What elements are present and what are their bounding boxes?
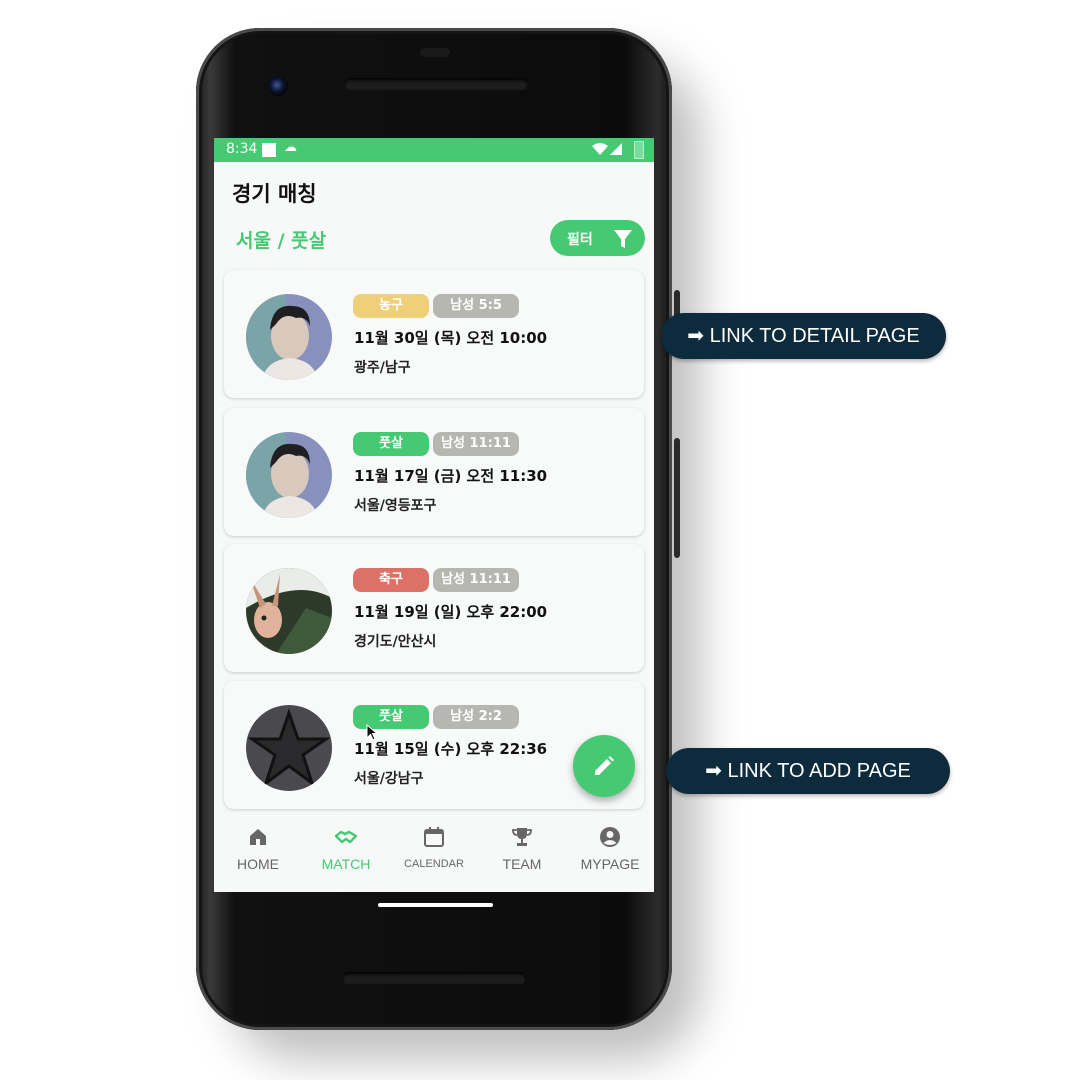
filter-icon xyxy=(614,230,632,248)
handshake-icon xyxy=(334,830,358,844)
rabbit-avatar xyxy=(246,568,332,654)
add-page-callout: ➡ LINK TO ADD PAGE xyxy=(666,748,950,794)
top-mic xyxy=(420,48,450,57)
trophy-icon xyxy=(512,828,532,846)
sport-badge: 풋살 xyxy=(353,705,429,729)
filter-label: 필터 xyxy=(567,232,593,248)
sport-badge: 풋살 xyxy=(353,432,429,456)
status-time: 8:34 xyxy=(226,141,258,157)
nav-home[interactable]: HOME xyxy=(214,826,302,872)
gender-badge: 남성 11:11 xyxy=(433,432,519,456)
match-place: 경기도/안산시 xyxy=(354,634,437,650)
app-screen: 8:34 ☁ 경기 매칭 서울 / 풋살 필터 농구 남성 5:5 11월 30… xyxy=(214,138,654,892)
person-avatar xyxy=(246,432,332,518)
page-title: 경기 매칭 xyxy=(232,182,317,206)
status-bar: 8:34 ☁ xyxy=(214,138,654,162)
bottom-speaker xyxy=(342,972,526,984)
home-indicator xyxy=(378,903,493,907)
nav-mypage[interactable]: MYPAGE xyxy=(566,826,654,872)
bottom-nav: HOME MATCH CALENDAR TEAM MYPAGE xyxy=(214,814,654,892)
match-place: 서울/강남구 xyxy=(354,771,424,787)
nav-calendar-label: CALENDAR xyxy=(404,858,464,870)
nav-calendar[interactable]: CALENDAR xyxy=(390,826,478,870)
nav-team[interactable]: TEAM xyxy=(478,826,566,872)
match-datetime: 11월 15일 (수) 오후 22:36 xyxy=(354,740,548,758)
cloud-icon: ☁ xyxy=(284,140,297,155)
star-avatar xyxy=(246,705,332,791)
top-speaker xyxy=(344,78,528,90)
front-camera xyxy=(268,76,288,96)
nav-match[interactable]: MATCH xyxy=(302,826,390,872)
notification-icon xyxy=(262,143,276,157)
nav-match-label: MATCH xyxy=(321,856,371,872)
gender-badge: 남성 2:2 xyxy=(433,705,519,729)
match-card[interactable]: 농구 남성 5:5 11월 30일 (목) 오전 10:00 광주/남구 xyxy=(224,270,644,398)
detail-page-callout: ➡ LINK TO DETAIL PAGE xyxy=(661,313,946,359)
account-icon xyxy=(600,827,620,847)
match-card[interactable]: 축구 남성 11:11 11월 19일 (일) 오후 22:00 경기도/안산시 xyxy=(224,544,644,672)
nav-team-label: TEAM xyxy=(502,856,542,872)
home-icon xyxy=(250,829,266,845)
mouse-cursor-icon xyxy=(366,724,378,741)
match-place: 광주/남구 xyxy=(354,360,411,376)
gender-badge: 남성 11:11 xyxy=(433,568,519,592)
volume-button xyxy=(674,438,680,558)
battery-icon xyxy=(634,141,644,159)
calendar-icon xyxy=(424,827,444,847)
add-match-button[interactable] xyxy=(573,735,635,797)
sport-badge: 축구 xyxy=(353,568,429,592)
match-datetime: 11월 17일 (금) 오전 11:30 xyxy=(354,467,548,485)
nav-mypage-label: MYPAGE xyxy=(580,856,640,872)
signal-icon xyxy=(592,143,622,155)
filter-button[interactable]: 필터 xyxy=(550,220,645,256)
nav-home-label: HOME xyxy=(237,856,279,872)
location-label[interactable]: 서울 / 풋살 xyxy=(236,226,326,253)
match-card[interactable]: 풋살 남성 11:11 11월 17일 (금) 오전 11:30 서울/영등포구 xyxy=(224,408,644,536)
match-datetime: 11월 30일 (목) 오전 10:00 xyxy=(354,329,548,347)
match-datetime: 11월 19일 (일) 오후 22:00 xyxy=(354,603,548,621)
sport-badge: 농구 xyxy=(353,294,429,318)
pencil-icon xyxy=(595,756,614,775)
match-place: 서울/영등포구 xyxy=(354,498,437,514)
person-avatar xyxy=(246,294,332,380)
gender-badge: 남성 5:5 xyxy=(433,294,519,318)
